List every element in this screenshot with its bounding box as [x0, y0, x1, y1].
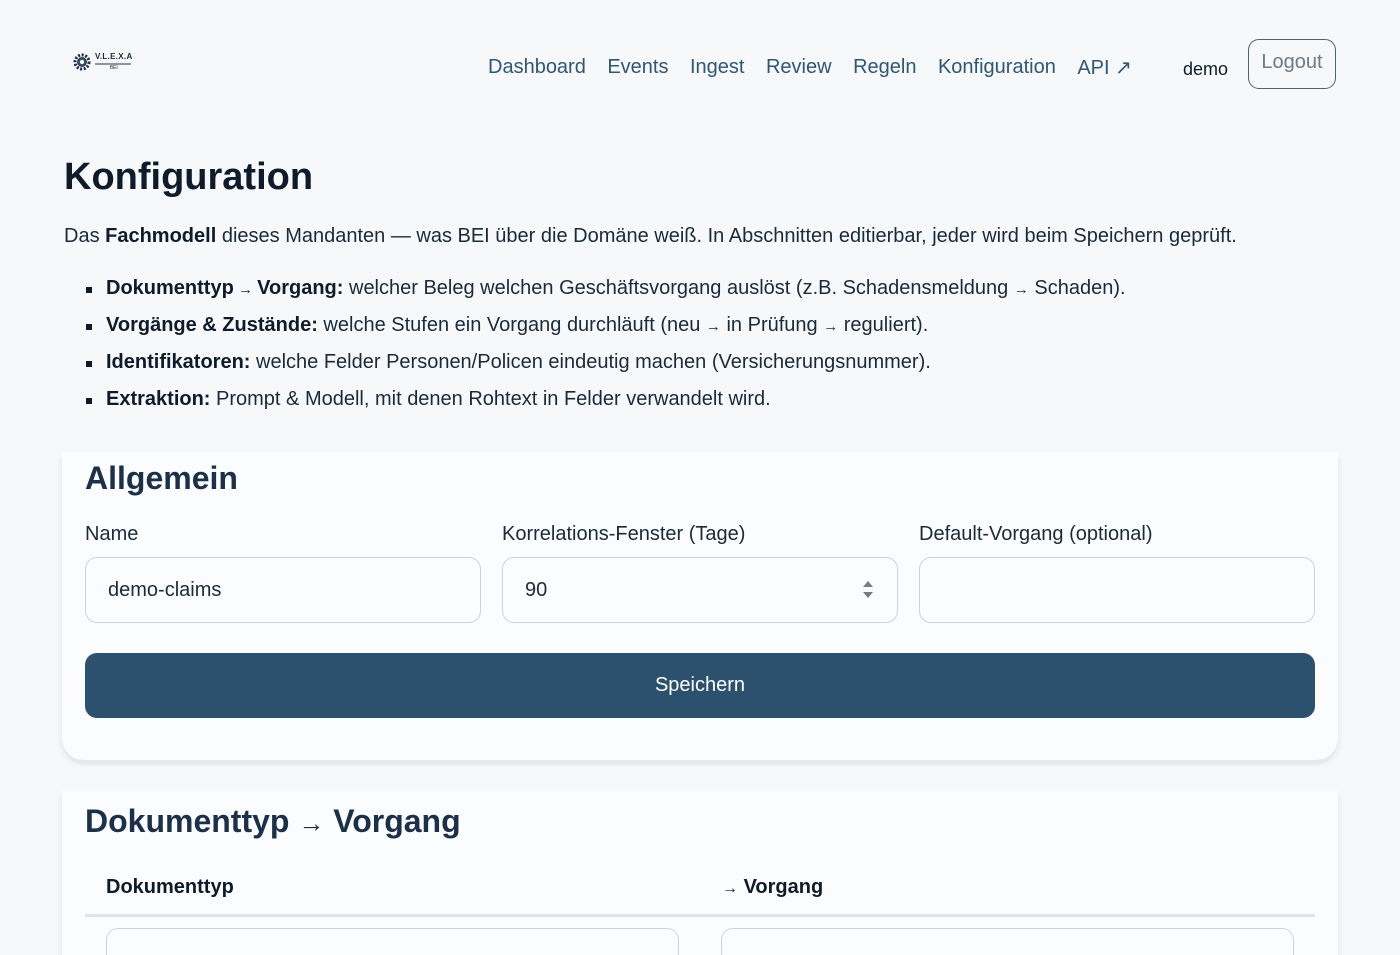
- arrow-glyph: →: [722, 880, 738, 897]
- page-intro: Das Fachmodell dieses Mandanten — was BE…: [64, 225, 1237, 248]
- page-title: Konfiguration: [64, 156, 314, 198]
- arrow-glyph: →: [705, 318, 721, 335]
- correlation-window-input[interactable]: 90: [502, 557, 898, 623]
- bullet-text: welcher Beleg welchen Geschäftsvorgang a…: [343, 277, 1014, 299]
- list-item: Extraktion: Prompt & Modell, mit denen R…: [86, 388, 1126, 425]
- page: V.L.E.X.A BEI Dashboard Events Ingest Re…: [0, 0, 1400, 955]
- logo-main-text: V.L.E.X.A: [95, 52, 133, 61]
- logo-sub-text: BEI: [109, 65, 118, 71]
- doctype-heading: Dokumenttyp → Vorgang: [85, 803, 461, 840]
- bullet-term: Vorgänge & Zustände:: [106, 314, 318, 336]
- doctype-heading-left: Dokumenttyp: [85, 803, 290, 839]
- gear-logo-icon: [73, 53, 91, 71]
- arrow-glyph: →: [1013, 281, 1029, 298]
- bullet-text: Schaden).: [1028, 277, 1126, 299]
- table-header-divider: [85, 914, 1315, 917]
- doctype-heading-right: Vorgang: [333, 803, 461, 839]
- bullet-term: Vorgang:: [257, 277, 344, 299]
- nav-link-review[interactable]: Review: [766, 56, 832, 79]
- bullet-text: in Prüfung: [720, 314, 824, 336]
- intro-bullet-list: Dokumenttyp → Vorgang: welcher Beleg wel…: [86, 277, 1126, 425]
- bullet-text: welche Felder Personen/Policen eindeutig…: [250, 351, 931, 373]
- correlation-window-value: 90: [525, 578, 548, 601]
- list-item: Vorgänge & Zustände: welche Stufen ein V…: [86, 314, 1126, 351]
- nav-link-regeln[interactable]: Regeln: [853, 56, 916, 79]
- bullet-term: Dokumenttyp: [106, 277, 234, 299]
- bullet-term: Extraktion:: [106, 388, 211, 410]
- column-header-vorgang-label: Vorgang: [743, 876, 824, 898]
- bullet-text: welche Stufen ein Vorgang durchläuft (ne…: [317, 314, 706, 336]
- current-user: demo: [1183, 59, 1229, 79]
- nav-link-dashboard[interactable]: Dashboard: [488, 56, 586, 79]
- correlation-window-label: Korrelations-Fenster (Tage): [502, 523, 746, 545]
- main-nav: Dashboard Events Ingest Review Regeln Ko…: [488, 55, 1228, 80]
- intro-prefix: Das: [64, 225, 106, 247]
- arrow-glyph: →: [233, 281, 258, 298]
- nav-link-ingest[interactable]: Ingest: [690, 56, 744, 79]
- bullet-text: reguliert).: [838, 314, 929, 336]
- arrow-glyph: →: [823, 318, 839, 335]
- column-header-doctype: Dokumenttyp: [106, 876, 234, 898]
- intro-bold: Fachmodell: [105, 225, 217, 247]
- default-vorgang-input[interactable]: [919, 557, 1315, 623]
- doctype-row-input[interactable]: [106, 928, 679, 955]
- name-label: Name: [85, 523, 139, 545]
- save-button[interactable]: Speichern: [85, 653, 1315, 718]
- brand-logo[interactable]: V.L.E.X.A BEI: [72, 52, 133, 72]
- logo-text: V.L.E.X.A BEI: [95, 53, 133, 71]
- column-header-vorgang: → Vorgang: [722, 876, 823, 899]
- nav-link-events[interactable]: Events: [607, 56, 668, 79]
- default-vorgang-label: Default-Vorgang (optional): [919, 523, 1153, 545]
- general-settings-card: Allgemein Name demo-claims Korrelations-…: [62, 452, 1338, 760]
- arrow-glyph: →: [298, 808, 325, 838]
- name-input[interactable]: demo-claims: [85, 557, 481, 623]
- general-heading: Allgemein: [85, 460, 238, 496]
- doctype-mapping-card: Dokumenttyp → Vorgang Dokumenttyp → Vorg…: [62, 790, 1338, 955]
- bullet-term: Identifikatoren:: [106, 351, 251, 373]
- nav-link-api[interactable]: API ↗: [1077, 55, 1132, 80]
- vorgang-row-input[interactable]: [721, 928, 1294, 955]
- nav-link-konfiguration[interactable]: Konfiguration: [938, 56, 1056, 79]
- list-item: Dokumenttyp → Vorgang: welcher Beleg wel…: [86, 277, 1126, 314]
- intro-suffix: dieses Mandanten — was BEI über die Domä…: [216, 225, 1237, 247]
- list-item: Identifikatoren: welche Felder Personen/…: [86, 351, 1126, 388]
- logout-button[interactable]: Logout: [1248, 39, 1336, 89]
- spinner-arrows-icon[interactable]: [862, 581, 874, 601]
- bullet-text: Prompt & Modell, mit denen Rohtext in Fe…: [210, 388, 771, 410]
